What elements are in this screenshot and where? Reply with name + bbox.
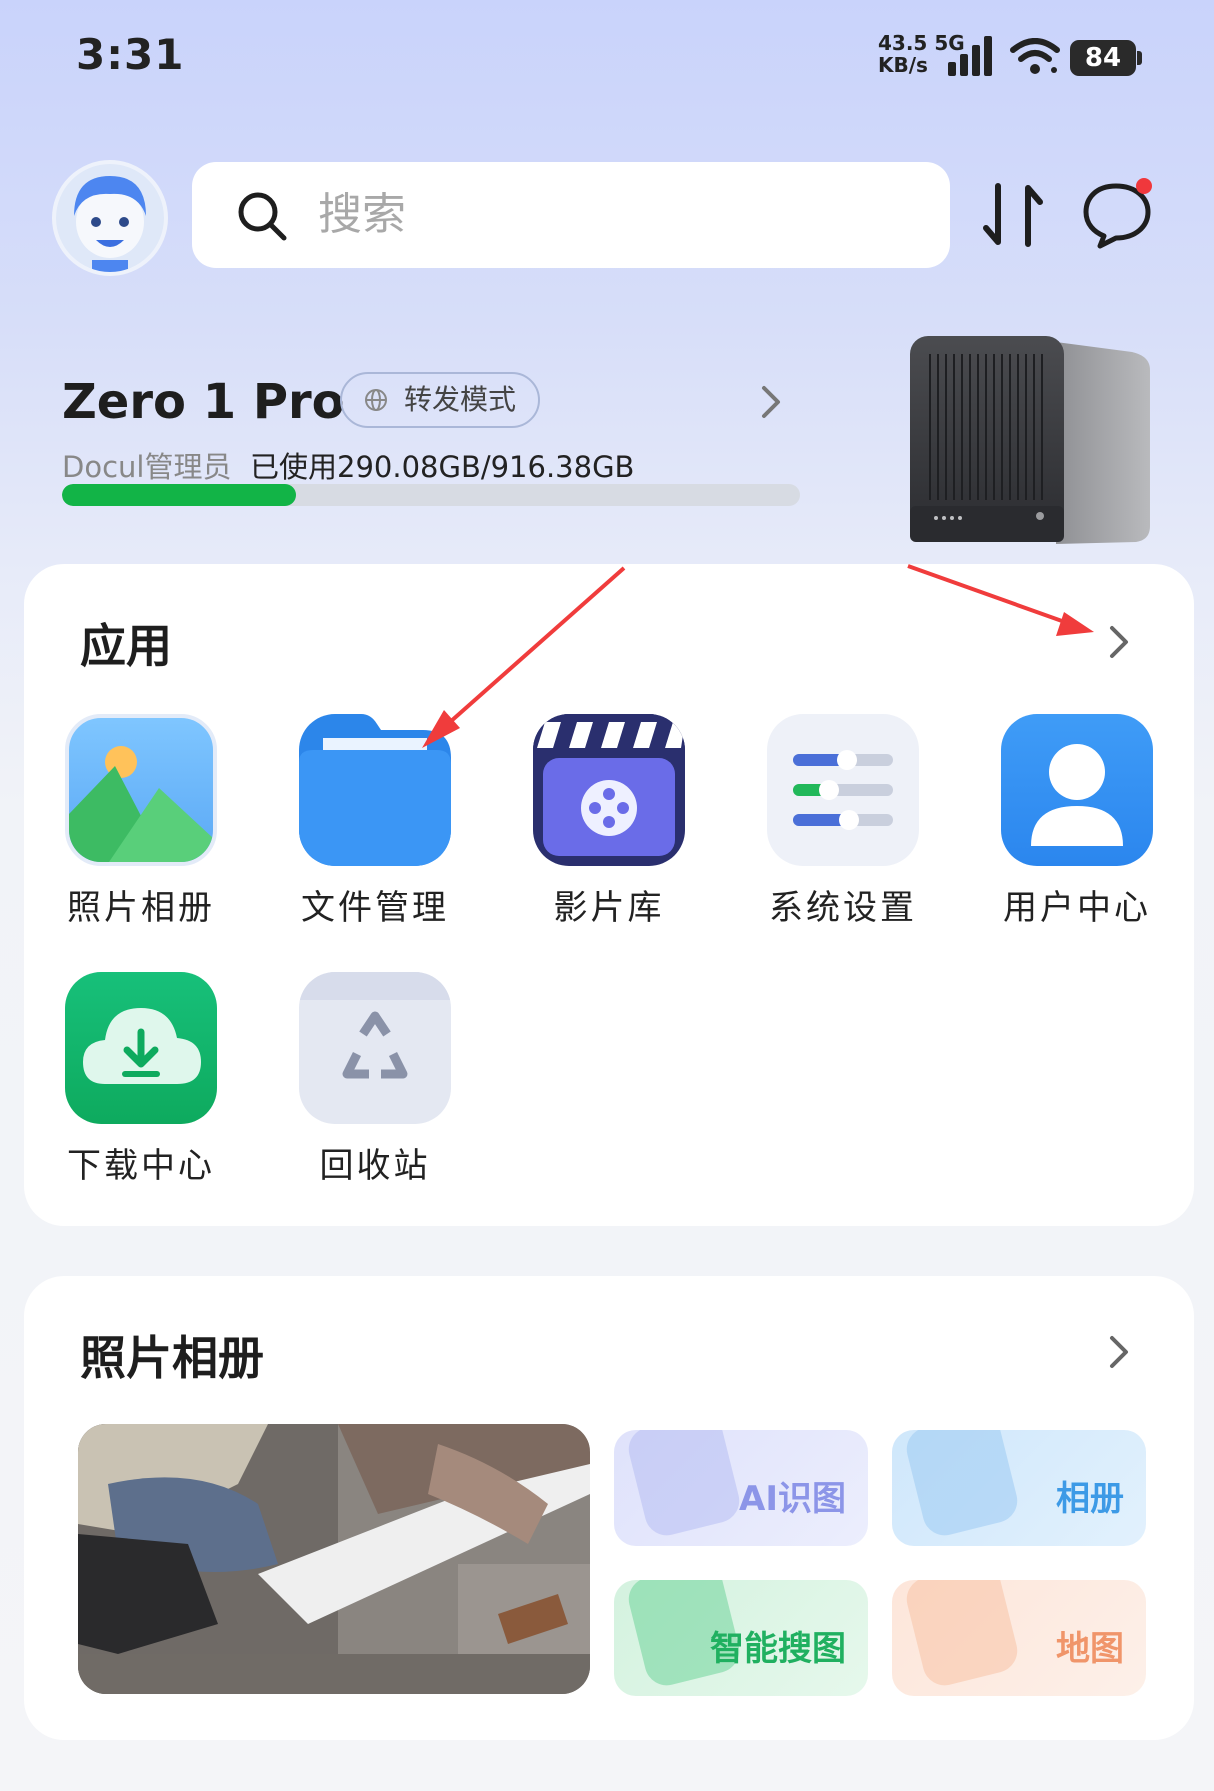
app-recycle-bin[interactable]: 回收站 — [290, 972, 460, 1187]
avatar-face-icon — [56, 164, 164, 272]
recycle-icon — [299, 972, 451, 1124]
tile-smart-search[interactable]: 智能搜图 — [614, 1580, 868, 1696]
message-icon[interactable] — [1082, 176, 1154, 250]
tile-label: 相册 — [1056, 1479, 1124, 1519]
app-label: 系统设置 — [769, 888, 917, 928]
globe-icon — [365, 389, 387, 411]
device-storage-usage: 已使用290.08GB/916.38GB — [250, 450, 635, 484]
recent-photo-thumbnail[interactable] — [78, 1424, 590, 1694]
avatar[interactable] — [52, 160, 168, 276]
signal-icon — [948, 36, 992, 76]
photos-chevron-right-icon[interactable] — [1106, 1334, 1132, 1370]
nas-device-image[interactable] — [906, 330, 1156, 544]
album-stack-icon — [902, 1430, 1022, 1540]
device-name[interactable]: Zero 1 Pro — [62, 374, 345, 430]
tile-label: AI识图 — [739, 1479, 846, 1519]
app-download-center[interactable]: 下载中心 — [56, 972, 226, 1187]
device-user-role: Docul管理员 — [62, 450, 232, 484]
device-chevron-right-icon[interactable] — [756, 384, 786, 420]
photo-image — [78, 1424, 590, 1694]
tile-ai-recognition[interactable]: AI识图 — [614, 1430, 868, 1546]
status-time: 3:31 — [76, 30, 185, 79]
transfer-sort-icon[interactable] — [982, 180, 1046, 250]
forward-mode-badge[interactable]: 转发模式 — [340, 372, 540, 428]
photos-section-title: 照片相册 — [80, 1331, 264, 1385]
mode-badge-label: 转发模式 — [404, 383, 517, 416]
cloud-download-icon — [65, 972, 217, 1124]
photo-album-icon — [65, 714, 217, 866]
search-bar[interactable] — [192, 162, 950, 268]
search-input[interactable] — [318, 184, 878, 244]
net-speed-value: 43.5 — [878, 31, 928, 55]
map-pin-icon — [902, 1580, 1022, 1690]
app-photo-album[interactable]: 照片相册 — [56, 714, 226, 929]
tile-albums[interactable]: 相册 — [892, 1430, 1146, 1546]
battery-indicator: 84 — [1070, 40, 1142, 76]
app-label: 文件管理 — [301, 888, 449, 928]
app-label: 下载中心 — [67, 1146, 215, 1186]
tile-map[interactable]: 地图 — [892, 1580, 1146, 1696]
app-label: 照片相册 — [67, 888, 215, 928]
tile-label: 地图 — [1056, 1629, 1124, 1669]
search-icon — [238, 192, 287, 241]
apps-section-title: 应用 — [80, 619, 172, 673]
app-label: 影片库 — [553, 888, 665, 928]
wifi-icon — [1010, 38, 1060, 74]
tile-label: 智能搜图 — [710, 1629, 846, 1669]
storage-progress-bar — [62, 484, 800, 506]
annotation-arrows — [422, 564, 1094, 748]
app-label: 回收站 — [319, 1146, 431, 1186]
storage-progress-fill — [62, 484, 296, 506]
app-label: 用户中心 — [1003, 888, 1151, 928]
ai-face-icon — [624, 1430, 744, 1540]
